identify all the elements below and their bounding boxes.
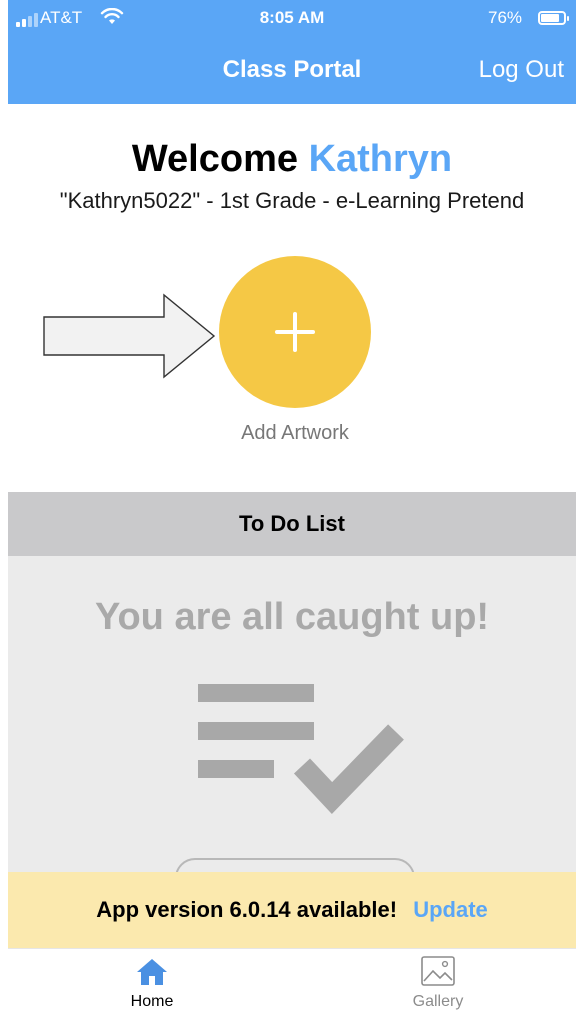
welcome-greeting: Welcome (131, 138, 298, 180)
home-icon (137, 959, 167, 985)
todo-list-panel: You are all caught up! (8, 556, 576, 872)
add-artwork-label: Add Artwork (241, 422, 349, 444)
update-banner: App version 6.0.14 available! Update (8, 872, 576, 948)
todo-action-button[interactable] (175, 858, 415, 872)
battery-icon (538, 11, 569, 25)
update-button[interactable]: Update (413, 897, 488, 922)
todo-list-header: To Do List (8, 492, 576, 556)
tab-bar: Home Gallery (8, 948, 576, 1018)
student-details: "Kathryn5022" - 1st Grade - e-Learning P… (59, 188, 525, 213)
top-bar: AT&T 8:05 AM 76% Class Portal Log Out (8, 0, 576, 104)
tab-gallery-label: Gallery (412, 993, 464, 1010)
pointer-arrow-icon (43, 293, 216, 379)
app-screen: AT&T 8:05 AM 76% Class Portal Log Out We… (8, 0, 576, 1018)
tab-home-label: Home (130, 993, 174, 1010)
welcome-heading: Welcome Kathryn (8, 138, 576, 181)
tab-home[interactable]: Home (82, 949, 222, 1018)
update-message: App version 6.0.14 available! (96, 897, 398, 922)
add-artwork-button[interactable] (219, 256, 371, 408)
checklist-icon (198, 684, 404, 814)
empty-state-message: You are all caught up! (94, 596, 490, 638)
student-name: Kathryn (308, 138, 453, 180)
status-bar: AT&T 8:05 AM 76% (8, 0, 576, 34)
tab-gallery[interactable]: Gallery (368, 949, 508, 1018)
logout-button[interactable]: Log Out (479, 56, 564, 84)
battery-percent: 76% (488, 8, 523, 27)
gallery-icon (421, 956, 455, 986)
